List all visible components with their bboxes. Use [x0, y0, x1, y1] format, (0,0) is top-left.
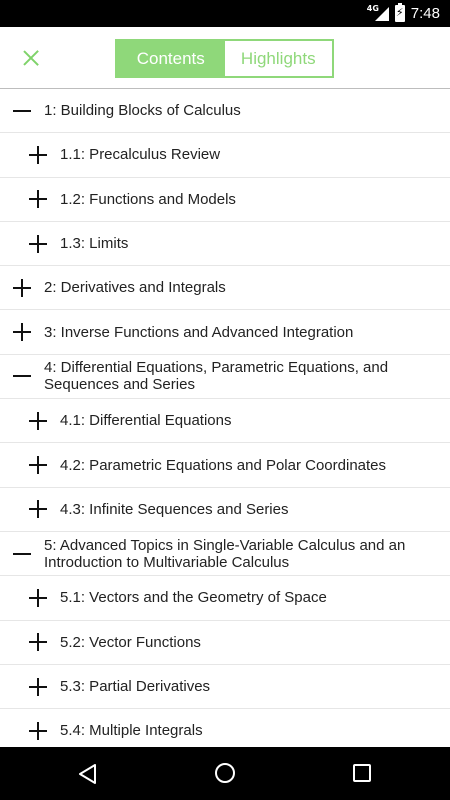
chapter-row[interactable]: 5: Advanced Topics in Single-Variable Ca…	[0, 532, 450, 577]
expand-plus-icon[interactable]	[29, 456, 47, 475]
toc-item-label: 5.1: Vectors and the Geometry of Space	[60, 589, 327, 607]
toc-item-label: 1: Building Blocks of Calculus	[44, 102, 241, 120]
back-icon[interactable]	[78, 764, 98, 784]
recent-apps-icon[interactable]	[353, 764, 371, 782]
expand-plus-icon[interactable]	[29, 633, 47, 652]
section-row[interactable]: 1.3: Limits	[0, 222, 450, 267]
section-row[interactable]: 4.1: Differential Equations	[0, 399, 450, 444]
section-row[interactable]: 5.4: Multiple Integrals	[0, 709, 450, 747]
chapter-row[interactable]: 2: Derivatives and Integrals	[0, 266, 450, 311]
toc-item-label: 5.4: Multiple Integrals	[60, 722, 203, 740]
section-row[interactable]: 1.2: Functions and Models	[0, 178, 450, 222]
navigation-bar	[0, 747, 450, 800]
toc-item-label: 5.2: Vector Functions	[60, 633, 201, 651]
chapter-row[interactable]: 1: Building Blocks of Calculus	[0, 89, 450, 134]
section-row[interactable]: 4.3: Infinite Sequences and Series	[0, 488, 450, 532]
toc-item-label: 4: Differential Equations, Parametric Eq…	[44, 359, 389, 394]
section-row[interactable]: 5.2: Vector Functions	[0, 621, 450, 665]
toc-item-label: 4.3: Infinite Sequences and Series	[60, 500, 289, 518]
toc-item-label: 1.3: Limits	[60, 235, 129, 253]
table-of-contents: 1: Building Blocks of Calculus 1.1: Preca…	[0, 89, 450, 747]
collapse-minus-icon[interactable]	[13, 102, 31, 120]
status-bar: 4G ⚡ 7:48	[0, 0, 450, 27]
view-toggle: Contents Highlights	[115, 39, 334, 78]
chapter-row[interactable]: 4: Differential Equations, Parametric Eq…	[0, 355, 450, 400]
expand-plus-icon[interactable]	[29, 234, 47, 253]
expand-plus-icon[interactable]	[29, 190, 47, 209]
expand-plus-icon[interactable]	[29, 500, 47, 519]
tab-highlights[interactable]: Highlights	[224, 41, 332, 76]
toc-item-label: 4.1: Differential Equations	[60, 412, 232, 430]
toc-item-label: 1.2: Functions and Models	[60, 190, 236, 208]
chapter-row[interactable]: 3: Inverse Functions and Advanced Integr…	[0, 310, 450, 355]
toc-item-label: 3: Inverse Functions and Advanced Integr…	[44, 323, 354, 341]
toc-item-label: 1.1: Precalculus Review	[60, 146, 221, 164]
section-row[interactable]: 1.1: Precalculus Review	[0, 133, 450, 178]
toc-item-label: 2: Derivatives and Integrals	[44, 279, 226, 297]
toc-item-label: 5: Advanced Topics in Single-Variable Ca…	[44, 536, 406, 571]
collapse-minus-icon[interactable]	[13, 545, 31, 563]
home-icon[interactable]	[215, 763, 235, 783]
toc-item-label: 4.2: Parametric Equations and Polar Coor…	[60, 456, 387, 474]
status-icons: 4G ⚡ 7:48	[367, 0, 440, 27]
expand-plus-icon[interactable]	[29, 677, 47, 696]
toc-item-label: 5.3: Partial Derivatives	[60, 678, 211, 695]
cell-signal-icon: 4G	[367, 4, 389, 23]
section-row[interactable]: 5.1: Vectors and the Geometry of Space	[0, 576, 450, 621]
section-row[interactable]: 4.2: Parametric Equations and Polar Coor…	[0, 443, 450, 488]
expand-plus-icon[interactable]	[13, 278, 31, 297]
expand-plus-icon[interactable]	[13, 323, 31, 342]
expand-plus-icon[interactable]	[29, 721, 47, 740]
tab-contents[interactable]: Contents	[117, 41, 225, 76]
section-row[interactable]: 5.3: Partial Derivatives	[0, 665, 450, 710]
clock: 7:48	[410, 5, 440, 22]
close-icon[interactable]	[16, 43, 46, 73]
toolbar: Contents Highlights	[0, 27, 450, 89]
expand-plus-icon[interactable]	[29, 588, 47, 607]
expand-plus-icon[interactable]	[29, 145, 47, 164]
battery-charging-icon: ⚡	[394, 3, 405, 22]
expand-plus-icon[interactable]	[29, 411, 47, 430]
collapse-minus-icon[interactable]	[13, 367, 31, 385]
